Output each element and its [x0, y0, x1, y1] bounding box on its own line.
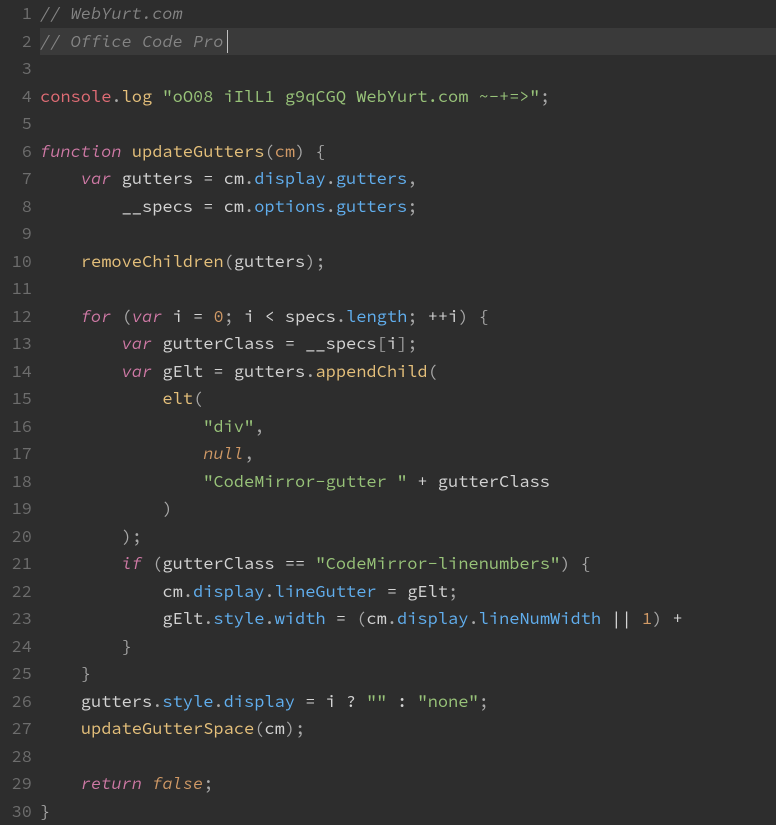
- line-number: 3: [0, 55, 32, 83]
- code-line[interactable]: "div",: [40, 413, 776, 441]
- line-number: 2: [0, 28, 32, 56]
- line-number: 4: [0, 83, 32, 111]
- line-number: 28: [0, 743, 32, 771]
- line-number: 14: [0, 358, 32, 386]
- code-line[interactable]: elt(: [40, 385, 776, 413]
- code-line[interactable]: }: [40, 633, 776, 661]
- line-number: 21: [0, 550, 32, 578]
- code-line[interactable]: __specs = cm.options.gutters;: [40, 193, 776, 221]
- code-area[interactable]: // WebYurt.com// Office Code Pro console…: [40, 0, 776, 825]
- line-number: 13: [0, 330, 32, 358]
- code-line[interactable]: "CodeMirror-gutter " + gutterClass: [40, 468, 776, 496]
- code-line[interactable]: if (gutterClass == "CodeMirror-linenumbe…: [40, 550, 776, 578]
- line-number: 19: [0, 495, 32, 523]
- code-line[interactable]: null,: [40, 440, 776, 468]
- code-line[interactable]: ): [40, 495, 776, 523]
- line-number: 9: [0, 220, 32, 248]
- line-number: 26: [0, 688, 32, 716]
- code-line[interactable]: // Office Code Pro: [40, 28, 776, 56]
- line-number-gutter: 1234567891011121314151617181920212223242…: [0, 0, 40, 825]
- line-number: 7: [0, 165, 32, 193]
- code-line[interactable]: console.log "oO08 iIlL1 g9qCGQ WebYurt.c…: [40, 83, 776, 111]
- line-number: 23: [0, 605, 32, 633]
- line-number: 16: [0, 413, 32, 441]
- code-line[interactable]: for (var i = 0; i < specs.length; ++i) {: [40, 303, 776, 331]
- line-number: 10: [0, 248, 32, 276]
- code-editor[interactable]: 1234567891011121314151617181920212223242…: [0, 0, 776, 825]
- line-number: 27: [0, 715, 32, 743]
- line-number: 24: [0, 633, 32, 661]
- code-line[interactable]: cm.display.lineGutter = gElt;: [40, 578, 776, 606]
- line-number: 5: [0, 110, 32, 138]
- line-number: 17: [0, 440, 32, 468]
- code-line[interactable]: updateGutterSpace(cm);: [40, 715, 776, 743]
- code-line[interactable]: gElt.style.width = (cm.display.lineNumWi…: [40, 605, 776, 633]
- code-line[interactable]: removeChildren(gutters);: [40, 248, 776, 276]
- code-line[interactable]: [40, 110, 776, 138]
- code-line[interactable]: [40, 55, 776, 83]
- code-line[interactable]: var gutterClass = __specs[i];: [40, 330, 776, 358]
- code-line[interactable]: function updateGutters(cm) {: [40, 138, 776, 166]
- code-line[interactable]: // WebYurt.com: [40, 0, 776, 28]
- code-line[interactable]: [40, 743, 776, 771]
- code-line[interactable]: }: [40, 798, 776, 825]
- line-number: 6: [0, 138, 32, 166]
- line-number: 18: [0, 468, 32, 496]
- line-number: 22: [0, 578, 32, 606]
- code-line[interactable]: [40, 220, 776, 248]
- line-number: 20: [0, 523, 32, 551]
- line-number: 1: [0, 0, 32, 28]
- code-line[interactable]: }: [40, 660, 776, 688]
- line-number: 8: [0, 193, 32, 221]
- code-line[interactable]: return false;: [40, 770, 776, 798]
- line-number: 15: [0, 385, 32, 413]
- line-number: 30: [0, 798, 32, 825]
- code-line[interactable]: var gutters = cm.display.gutters,: [40, 165, 776, 193]
- line-number: 11: [0, 275, 32, 303]
- code-line[interactable]: var gElt = gutters.appendChild(: [40, 358, 776, 386]
- line-number: 29: [0, 770, 32, 798]
- code-line[interactable]: );: [40, 523, 776, 551]
- line-number: 25: [0, 660, 32, 688]
- code-line[interactable]: [40, 275, 776, 303]
- line-number: 12: [0, 303, 32, 331]
- code-line[interactable]: gutters.style.display = i ? "" : "none";: [40, 688, 776, 716]
